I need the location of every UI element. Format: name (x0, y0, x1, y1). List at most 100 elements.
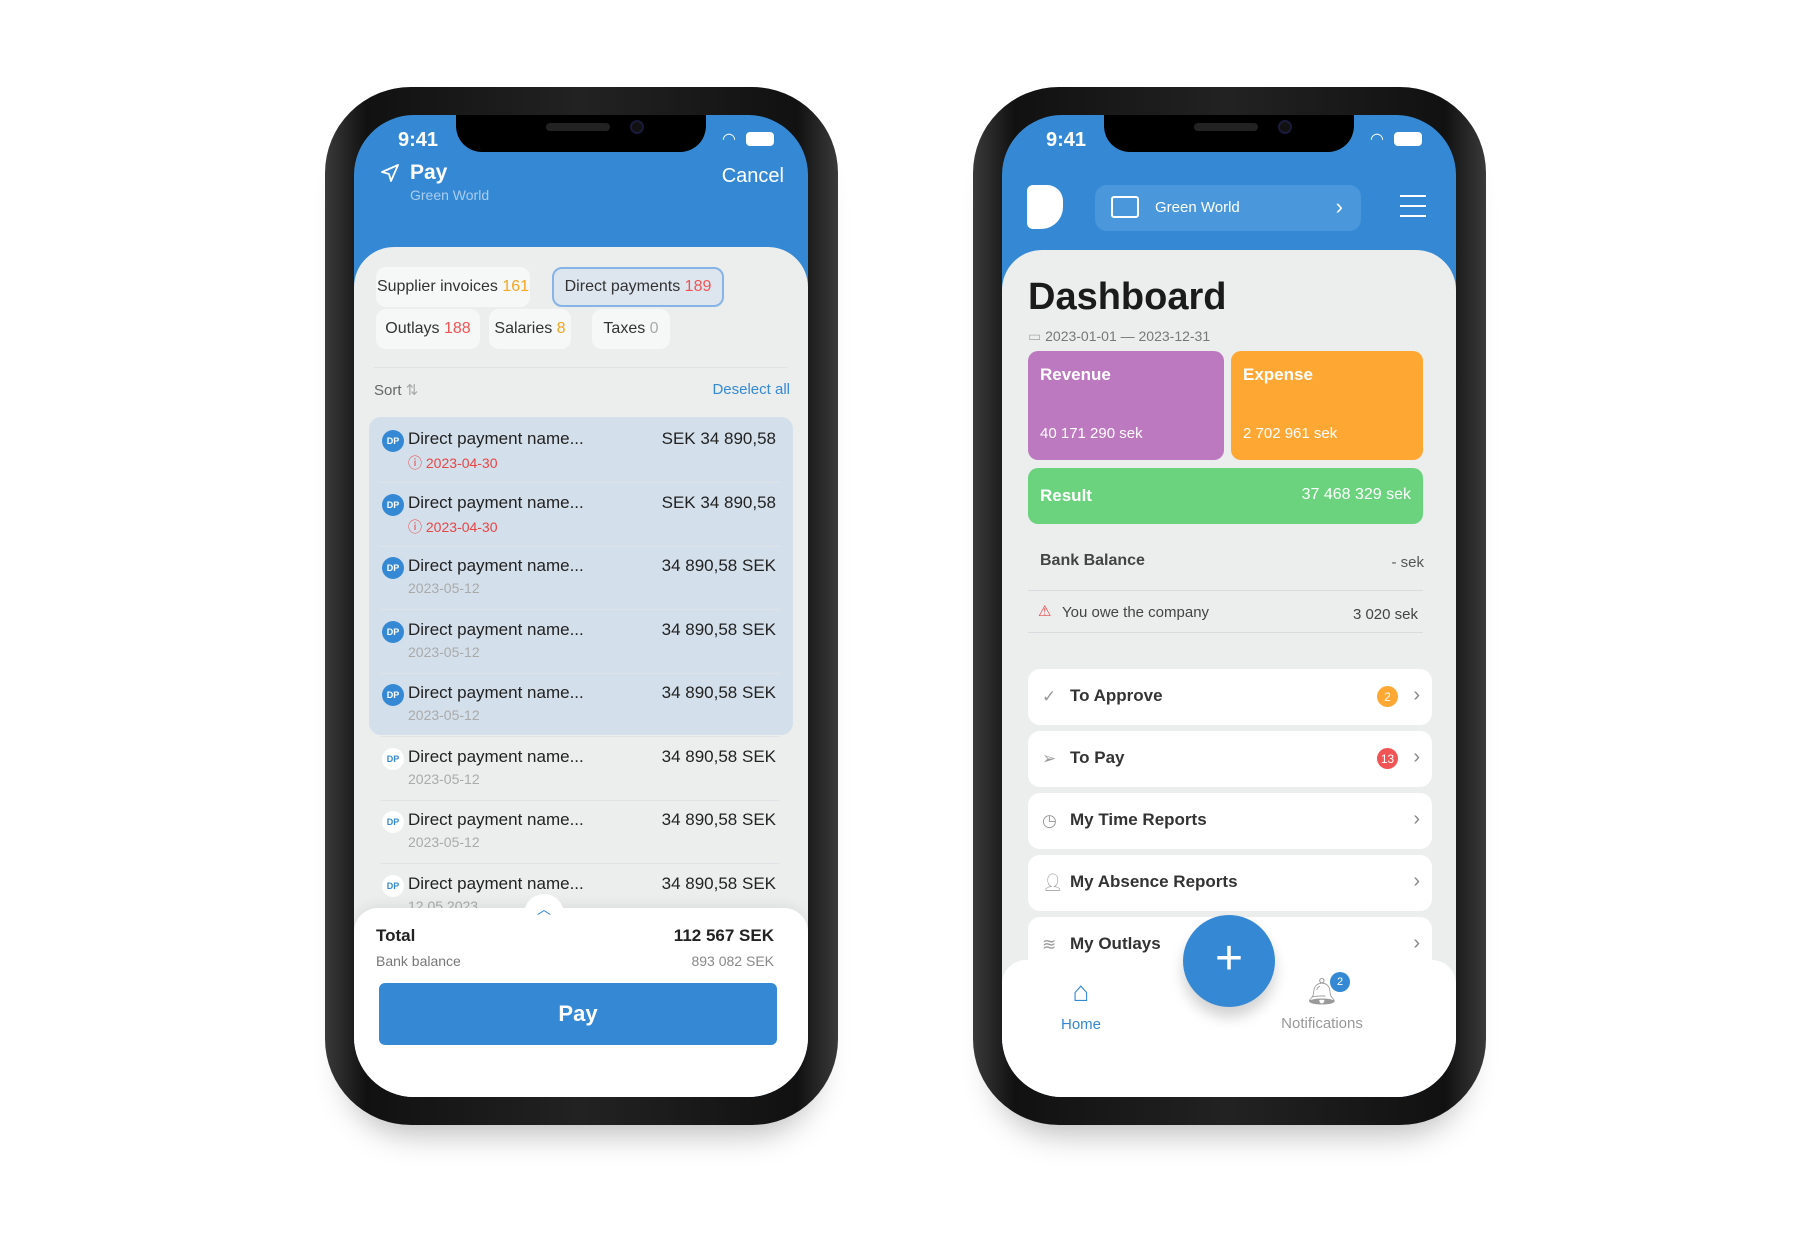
wifi-icon: ◠ (1370, 131, 1384, 148)
company-subtitle: Green World (410, 187, 490, 203)
divider (1028, 632, 1423, 633)
result-value: 37 468 329 sek (1301, 486, 1411, 503)
check-icon: ✓ (1042, 687, 1057, 706)
dp-badge: DP (382, 620, 404, 643)
expense-card[interactable]: Expense 2 702 961 sek (1231, 351, 1423, 460)
notch (1104, 115, 1354, 152)
tab-supplier-invoices[interactable]: Supplier invoices 161 (376, 267, 530, 307)
bell-icon: 🔔︎ (1305, 976, 1339, 1006)
tab-outlays[interactable]: Outlays 188 (376, 309, 480, 349)
tab-salaries[interactable]: Salaries 8 (489, 309, 571, 349)
result-card[interactable]: Result 37 468 329 sek (1028, 468, 1423, 524)
user-icon: 👤︎ (1042, 873, 1064, 892)
payment-date: 2023-05-12 (408, 644, 480, 660)
tab-direct-payments[interactable]: Direct payments 189 (552, 267, 724, 307)
sort-label: Sort (374, 382, 402, 399)
payment-row[interactable]: DP Direct payment name... 34 890,58 SEK … (372, 610, 788, 674)
menu-button[interactable] (1400, 195, 1426, 217)
menu-to-approve[interactable]: ✓ To Approve 2 › (1028, 669, 1432, 725)
add-button[interactable]: + (1183, 915, 1275, 1007)
sort-button[interactable]: Sort ⇅ (374, 381, 418, 399)
bank-balance-value: 893 082 SEK (691, 953, 774, 969)
divider (374, 367, 788, 368)
deselect-all-link[interactable]: Deselect all (712, 381, 790, 398)
payment-date: ⓘ 2023-04-30 (408, 453, 498, 473)
send-icon: ➢ (1042, 749, 1057, 768)
chevron-right-icon: › (1335, 194, 1343, 219)
revenue-value: 40 171 290 sek (1040, 425, 1143, 442)
payment-row[interactable]: DP Direct payment name... 34 890,58 SEK … (372, 673, 788, 737)
payment-date-text: 2023-05-12 (408, 834, 480, 850)
phone-pay: 9:41 ◠ Pay Green World Cancel Supplier i… (325, 87, 838, 1125)
tab-label: Salaries (494, 320, 553, 337)
payment-name: Direct payment name... (408, 619, 584, 639)
menu-label: My Time Reports (1070, 810, 1207, 829)
payment-date: 2023-05-12 (408, 771, 480, 787)
date-range[interactable]: ▭ 2023-01-01 — 2023-12-31 (1028, 328, 1210, 345)
pay-button[interactable]: Pay (379, 983, 777, 1045)
tab-label: Supplier invoices (376, 278, 498, 295)
expense-value: 2 702 961 sek (1243, 425, 1338, 442)
company-selector[interactable]: Green World › (1095, 185, 1361, 231)
phone-dashboard: 9:41 ◠ Green World › Dashboard ▭ 2023-01… (973, 87, 1486, 1125)
payment-row[interactable]: DP Direct payment name... 34 890,58 SEK … (372, 737, 788, 801)
payment-date-text: 2023-05-12 (408, 770, 480, 787)
payment-date-text: 2023-04-30 (425, 518, 498, 535)
payment-date-text: 2023-05-12 (408, 643, 480, 660)
payment-date-text: 2023-05-12 (408, 580, 480, 596)
payment-amount: 34 890,58 SEK (661, 810, 776, 829)
payment-date: 2023-05-12 (408, 834, 480, 850)
battery-icon (1394, 132, 1422, 146)
tab-count: 0 (649, 320, 659, 337)
menu-label: To Pay (1070, 748, 1125, 767)
payment-date-text: 2023-04-30 (425, 455, 498, 471)
payment-name: Direct payment name... (408, 492, 584, 512)
app-logo[interactable] (1027, 185, 1063, 229)
menu-label: To Approve (1070, 686, 1163, 705)
owe-value: 3 020 sek (1352, 606, 1418, 623)
dp-badge: DP (382, 684, 404, 706)
dp-badge: DP (382, 557, 404, 579)
bank-balance-label: Bank Balance (1040, 552, 1145, 569)
cancel-button[interactable]: Cancel (722, 165, 784, 188)
revenue-card[interactable]: Revenue 40 171 290 sek (1028, 351, 1224, 460)
notch (456, 115, 706, 152)
chevron-right-icon: › (1413, 932, 1420, 954)
menu-label: My Outlays (1070, 934, 1161, 953)
summary-sheet: ︿ Total 112 567 SEK Bank balance 893 082… (354, 894, 808, 1097)
battery-icon (746, 132, 774, 146)
chevron-right-icon: › (1413, 808, 1420, 830)
payment-row[interactable]: DP Direct payment name... 34 890,58 SEK … (372, 800, 788, 864)
payment-amount: 34 890,58 SEK (661, 873, 776, 893)
tab-count: 161 (502, 278, 530, 295)
status-time: 9:41 (398, 129, 439, 151)
tab-count: 8 (556, 320, 566, 337)
menu-my-absence-reports[interactable]: 👤︎ My Absence Reports › (1028, 855, 1432, 911)
tab-taxes[interactable]: Taxes 0 (592, 309, 670, 349)
page-title: Dashboard (1028, 276, 1227, 318)
nav-notifications[interactable]: 🔔︎ 2 Notifications (1262, 972, 1382, 1032)
company-name: Green World (1155, 199, 1240, 216)
chevron-up-icon: ︿ (537, 901, 551, 917)
tab-count: 189 (684, 278, 712, 295)
payment-row[interactable]: DP Direct payment name... SEK 34 890,58 … (372, 419, 788, 483)
menu-my-time-reports[interactable]: ◷ My Time Reports › (1028, 793, 1432, 849)
payment-name: Direct payment name... (408, 556, 584, 575)
pay-screen: 9:41 ◠ Pay Green World Cancel Supplier i… (354, 115, 808, 1097)
payment-row[interactable]: DP Direct payment name... SEK 34 890,58 … (372, 483, 788, 547)
menu-to-pay[interactable]: ➢ To Pay 13 › (1028, 731, 1432, 787)
owe-label: You owe the company (1062, 604, 1210, 621)
chevron-right-icon: › (1413, 684, 1420, 706)
wifi-icon: ◠ (722, 131, 736, 148)
payment-row[interactable]: DP Direct payment name... 34 890,58 SEK … (372, 546, 788, 610)
page-title: Pay (410, 161, 448, 184)
payment-name: Direct payment name... (408, 429, 584, 448)
sort-icon: ⇅ (405, 382, 419, 399)
tab-label: Direct payments (564, 278, 681, 295)
nav-home[interactable]: ⌂ Home (1046, 976, 1116, 1033)
payment-amount: 34 890,58 SEK (661, 556, 776, 575)
revenue-label: Revenue (1040, 365, 1111, 384)
result-label: Result (1040, 486, 1092, 505)
payment-amount: 34 890,58 SEK (661, 746, 776, 766)
overdue-icon: ⓘ (408, 455, 422, 471)
